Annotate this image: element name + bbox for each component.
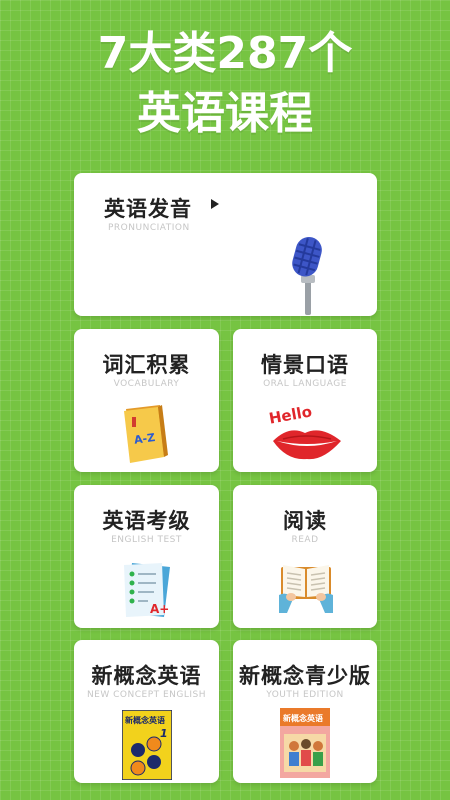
course-title: 英语考级 (102, 509, 191, 533)
course-card-read[interactable]: 阅读 READ (233, 485, 377, 628)
youth-edition-book-icon: 新概念英语 (280, 708, 330, 778)
course-card-new-concept-english[interactable]: 新概念英语 NEW CONCEPT ENGLISH 新概念英语 1 (74, 640, 219, 783)
svg-text:Hello: Hello (268, 403, 314, 428)
headline-line-2: 英语课程 (137, 88, 313, 139)
course-card-pronunciation[interactable]: 英语发音 PRONUNCIATION (74, 173, 377, 316)
course-card-vocabulary[interactable]: 词汇积累 VOCABULARY A-Z (74, 329, 219, 472)
course-card-oral-language[interactable]: 情景口语 ORAL LANGUAGE Hello (233, 329, 377, 472)
course-title: 新概念青少版 (239, 664, 371, 688)
course-title: 阅读 (283, 509, 327, 533)
course-subtitle: ENGLISH TEST (111, 535, 182, 545)
dictionary-book-icon: A-Z (124, 405, 168, 463)
svg-text:A+: A+ (150, 602, 169, 616)
course-card-english-test[interactable]: 英语考级 ENGLISH TEST A+ (74, 485, 219, 628)
course-title: 情景口语 (261, 353, 349, 377)
course-card-youth-edition[interactable]: 新概念青少版 YOUTH EDITION 新概念英语 (233, 640, 377, 783)
course-subtitle: PRONUNCIATION (108, 223, 190, 233)
course-subtitle: YOUTH EDITION (266, 690, 344, 700)
course-title: 词汇积累 (102, 353, 191, 377)
svg-text:新概念英语: 新概念英语 (283, 713, 323, 723)
svg-text:新概念英语: 新概念英语 (125, 715, 165, 725)
course-subtitle: ORAL LANGUAGE (263, 379, 347, 389)
headline-line-1: 7大类287个 (97, 28, 353, 79)
test-paper-icon: A+ (124, 563, 170, 617)
course-title: 英语发音 (104, 197, 192, 221)
play-icon (211, 199, 219, 209)
new-concept-book-icon: 新概念英语 1 (122, 710, 172, 780)
course-title: 新概念英语 (91, 664, 202, 688)
course-subtitle: NEW CONCEPT ENGLISH (86, 690, 207, 700)
svg-text:1: 1 (160, 727, 168, 740)
course-subtitle: VOCABULARY (113, 379, 180, 389)
open-book-icon (279, 565, 333, 613)
hello-lips-icon: Hello (268, 403, 341, 460)
headline: 7大类287个 英语课程 (0, 24, 450, 144)
microphone-icon (292, 236, 322, 315)
course-subtitle: READ (291, 535, 319, 545)
